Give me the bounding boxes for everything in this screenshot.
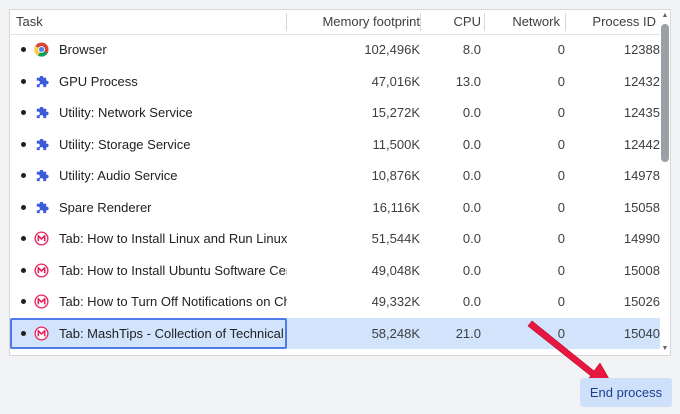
task-name: Utility: Network Service	[59, 105, 193, 120]
column-divider[interactable]	[286, 13, 287, 31]
network-usage: 0	[557, 294, 565, 309]
network-usage: 0	[557, 231, 565, 246]
puzzle-piece-icon	[36, 169, 49, 182]
row-bullet	[21, 47, 26, 52]
process-id: 15008	[623, 262, 660, 278]
process-id: 14990	[623, 231, 660, 246]
network-usage: 0	[557, 42, 565, 57]
vertical-scrollbar[interactable]: ▲ ▼	[660, 10, 670, 355]
table-row[interactable]: Tab: How to Install Linux and Run Linux …	[10, 223, 670, 254]
memory-footprint: 58,248K	[371, 325, 420, 341]
task-name: Tab: How to Turn Off Notifications on Ch…	[59, 294, 287, 309]
mashtips-icon	[34, 294, 49, 309]
column-divider[interactable]	[420, 13, 421, 31]
cpu-usage: 0.0	[462, 199, 481, 215]
memory-footprint: 47,016K	[371, 73, 420, 89]
scroll-up-arrow-icon[interactable]: ▲	[661, 12, 669, 20]
table-row[interactable]: Browser 102,496K 8.0 0 12388	[10, 34, 670, 65]
mashtips-icon	[34, 325, 49, 341]
memory-footprint: 10,876K	[371, 168, 420, 183]
column-header-network[interactable]: Network	[488, 10, 560, 34]
scrollbar-thumb[interactable]	[661, 24, 669, 162]
cpu-usage: 0.0	[462, 136, 481, 152]
mashtips-icon	[34, 231, 49, 246]
table-row[interactable]: Tab: How to Turn Off Notifications on Ch…	[10, 286, 670, 317]
row-bullet	[21, 204, 26, 210]
process-id: 15058	[623, 199, 660, 215]
table-row-selected[interactable]: Tab: MashTips - Collection of Technical …	[10, 317, 670, 349]
task-name: Tab: How to Install Ubuntu Software Cent…	[59, 262, 287, 278]
row-bullet	[21, 141, 26, 147]
task-name: Utility: Audio Service	[59, 168, 178, 183]
column-divider[interactable]	[565, 13, 566, 31]
cpu-usage: 0.0	[462, 294, 481, 309]
task-name: Browser	[59, 42, 107, 57]
row-bullet	[21, 173, 26, 178]
puzzle-piece-icon	[36, 201, 49, 213]
process-id: 12388	[623, 42, 660, 57]
memory-footprint: 49,048K	[371, 262, 420, 278]
task-name: Tab: MashTips - Collection of Technical …	[59, 325, 287, 341]
table-row[interactable]: Spare Renderer 16,116K 0.0 0 15058	[10, 192, 670, 223]
row-bullet	[21, 330, 26, 336]
network-usage: 0	[557, 73, 565, 89]
task-name: Spare Renderer	[59, 199, 152, 215]
task-name: Tab: How to Install Linux and Run Linux …	[59, 231, 287, 246]
table-row[interactable]: Utility: Network Service 15,272K 0.0 0 1…	[10, 97, 670, 128]
process-id: 12442	[623, 136, 660, 152]
row-bullet	[21, 267, 26, 273]
task-manager-table: Task Memory footprint CPU Network Proces…	[9, 9, 671, 356]
cpu-usage: 13.0	[455, 73, 481, 89]
process-id: 15026	[623, 294, 660, 309]
table-row[interactable]: GPU Process 47,016K 13.0 0 12432	[10, 66, 670, 97]
mashtips-icon	[34, 262, 49, 278]
table-header: Task Memory footprint CPU Network Proces…	[10, 10, 670, 35]
network-usage: 0	[557, 262, 565, 278]
process-id: 12432	[623, 73, 660, 89]
puzzle-piece-icon	[36, 75, 49, 87]
cpu-usage: 0.0	[462, 168, 481, 183]
network-usage: 0	[557, 325, 565, 341]
memory-footprint: 11,500K	[372, 136, 420, 152]
memory-footprint: 51,544K	[371, 231, 420, 246]
memory-footprint: 15,272K	[371, 105, 420, 120]
process-id: 15040	[623, 325, 660, 341]
table-row[interactable]: Utility: Storage Service 11,500K 0.0 0 1…	[10, 129, 670, 160]
task-name: Utility: Storage Service	[59, 136, 191, 152]
puzzle-piece-icon	[36, 138, 49, 150]
cpu-usage: 0.0	[462, 231, 481, 246]
network-usage: 0	[557, 168, 565, 183]
cpu-usage: 0.0	[462, 105, 481, 120]
network-usage: 0	[557, 199, 565, 215]
cpu-usage: 0.0	[462, 262, 481, 278]
row-bullet	[21, 236, 26, 241]
network-usage: 0	[557, 136, 565, 152]
end-process-button[interactable]: End process	[580, 378, 672, 407]
process-id: 12435	[623, 105, 660, 120]
column-header-process-id[interactable]: Process ID	[570, 10, 656, 34]
column-divider[interactable]	[484, 13, 485, 31]
network-usage: 0	[557, 105, 565, 120]
table-row[interactable]: Utility: Audio Service 10,876K 0.0 0 149…	[10, 160, 670, 191]
memory-footprint: 102,496K	[364, 42, 420, 57]
chrome-icon	[34, 42, 49, 57]
cpu-usage: 8.0	[462, 42, 481, 57]
column-header-task[interactable]: Task	[16, 10, 43, 34]
memory-footprint: 49,332K	[371, 294, 420, 309]
task-name: GPU Process	[59, 73, 138, 89]
column-header-cpu[interactable]: CPU	[424, 10, 481, 34]
cpu-usage: 21.0	[455, 325, 481, 341]
row-bullet	[21, 78, 26, 84]
table-row[interactable]: Tab: How to Install Ubuntu Software Cent…	[10, 255, 670, 286]
memory-footprint: 16,116K	[372, 199, 420, 215]
scroll-down-arrow-icon[interactable]: ▼	[661, 345, 669, 353]
puzzle-piece-icon	[36, 106, 49, 119]
row-bullet	[21, 110, 26, 115]
row-bullet	[21, 299, 26, 304]
process-id: 14978	[623, 168, 660, 183]
column-header-memory[interactable]: Memory footprint	[290, 10, 420, 34]
